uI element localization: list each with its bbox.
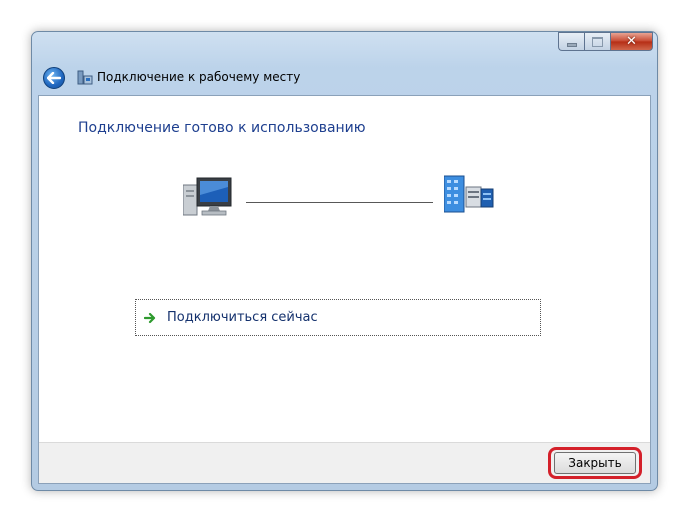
minimize-button[interactable] [558, 32, 584, 51]
close-icon: ✕ [626, 34, 637, 49]
computer-icon [183, 177, 232, 216]
maximize-icon [592, 36, 603, 47]
window-close-button[interactable]: ✕ [610, 32, 653, 51]
wizard-footer: Закрыть [39, 442, 650, 483]
caption-buttons: ✕ [558, 32, 653, 52]
window-title: Подключение к рабочему месту [97, 70, 301, 84]
wizard-window: ✕ Подключение к рабочему месту Подключен… [31, 31, 658, 491]
connect-now-link[interactable]: Подключиться сейчас [135, 299, 541, 336]
network-connection-icon [77, 70, 93, 85]
page-heading: Подключение готово к использованию [78, 120, 366, 136]
minimize-icon [566, 42, 577, 47]
back-arrow-icon [47, 72, 61, 84]
wizard-content: Подключение готово к использованию Подкл… [38, 95, 651, 484]
connection-line [246, 202, 433, 203]
back-button[interactable] [43, 67, 65, 89]
connect-now-label: Подключиться сейчас [167, 310, 318, 325]
maximize-button[interactable] [584, 32, 610, 51]
close-button[interactable]: Закрыть [554, 452, 636, 474]
green-arrow-icon [144, 312, 156, 323]
workplace-network-icon [444, 175, 494, 213]
